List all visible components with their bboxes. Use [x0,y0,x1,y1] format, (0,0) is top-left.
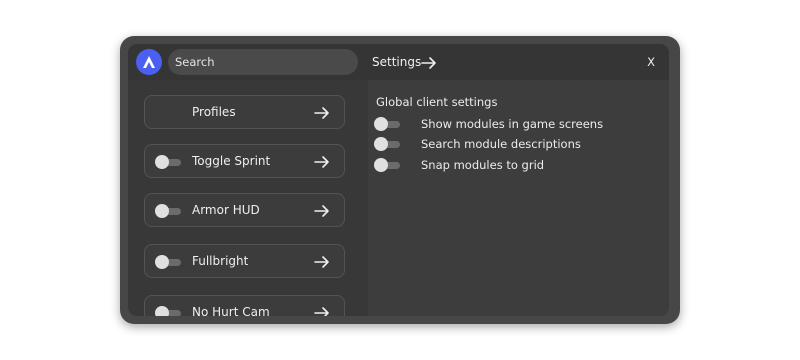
module-toggle[interactable] [155,306,183,316]
module-card-fullbright[interactable]: Fullbright [144,244,345,278]
module-card-armor-hud[interactable]: Armor HUD [144,193,345,227]
close-button[interactable]: X [647,44,655,80]
module-toggle[interactable] [155,204,183,218]
module-card-toggle-sprint[interactable]: Toggle Sprint [144,144,345,178]
setting-label: Show modules in game screens [421,117,604,131]
setting-label: Snap modules to grid [421,158,545,172]
setting-row-search-descriptions: Search module descriptions [374,137,634,152]
module-label: No Hurt Cam [192,305,270,316]
module-label: Toggle Sprint [192,154,271,168]
setting-row-show-modules: Show modules in game screens [374,117,634,132]
arrow-right-icon[interactable] [314,154,330,173]
arrow-right-icon[interactable] [314,203,330,222]
settings-title: Settings [372,55,422,69]
module-card-no-hurt-cam[interactable]: No Hurt Cam [144,295,345,316]
arrow-right-icon[interactable] [314,254,330,273]
module-label: Profiles [192,105,236,119]
section-title: Global client settings [376,95,498,109]
setting-row-snap-grid: Snap modules to grid [374,158,634,173]
module-card-profiles[interactable]: Profiles [144,95,345,129]
module-label: Fullbright [192,254,249,268]
setting-toggle[interactable] [374,158,402,172]
arrow-right-icon[interactable] [314,305,330,316]
setting-toggle[interactable] [374,137,402,151]
module-toggle[interactable] [155,155,183,169]
setting-label: Search module descriptions [421,137,581,151]
search-input[interactable]: Search [168,49,358,75]
client-settings-window: Search Profiles Toggle Sprint Armor HUD [120,36,680,324]
module-label: Armor HUD [192,203,260,217]
settings-header: Settings X [368,44,669,80]
client-logo-icon [136,49,162,75]
settings-panel: Settings X Global client settings Show m… [368,44,669,316]
arrow-right-icon [421,55,437,74]
arrow-right-icon[interactable] [314,105,330,124]
setting-toggle[interactable] [374,117,402,131]
module-toggle[interactable] [155,255,183,269]
